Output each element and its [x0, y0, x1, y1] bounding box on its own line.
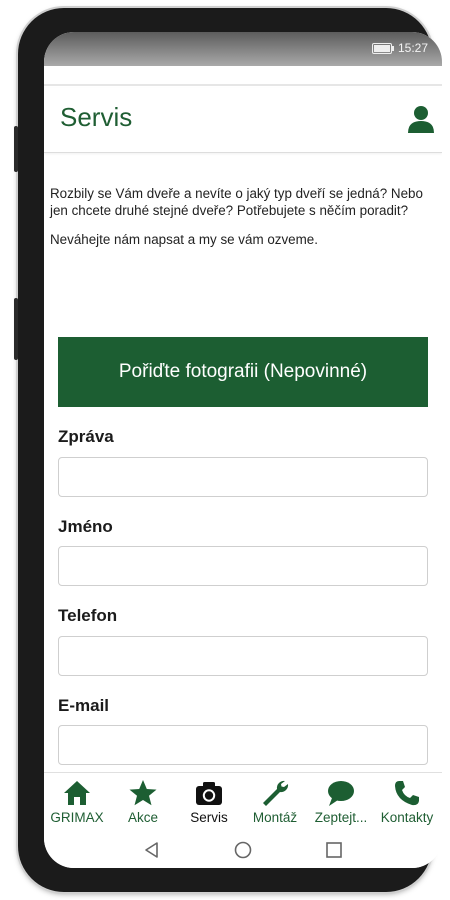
recents-icon[interactable] [324, 840, 344, 860]
intro-paragraph-2: Neváhejte nám napsat a my se vám ozveme. [50, 232, 318, 247]
home-circle-icon[interactable] [233, 840, 253, 860]
back-icon[interactable] [142, 840, 162, 860]
take-photo-button-label: Pořiďte fotografii (Nepovinné) [118, 361, 368, 382]
top-divider [44, 84, 442, 86]
email-field[interactable] [58, 725, 428, 765]
intro-paragraph-1: Rozbily se Vám dveře a nevíte o jaký typ… [50, 186, 423, 218]
nav-item-akce[interactable]: Akce [110, 775, 176, 831]
app-bar: Servis [44, 88, 442, 153]
take-photo-button[interactable]: Pořiďte fotografii (Nepovinné) [58, 337, 428, 407]
status-indicators: 15:27 [371, 41, 428, 55]
power-button [14, 298, 18, 360]
bottom-nav: GRIMAX Akce Servis Montáž Zeptejt... Kon… [44, 772, 442, 831]
name-label: Jméno [58, 517, 113, 536]
nav-item-kontakty[interactable]: Kontakty [374, 775, 440, 831]
volume-button [14, 126, 18, 172]
message-label: Zpráva [58, 427, 114, 446]
wrench-icon [263, 780, 289, 806]
star-icon [129, 780, 157, 806]
system-nav-bar [44, 830, 442, 868]
nav-item-servis[interactable]: Servis [176, 775, 242, 831]
screen: 15:27 Servis Rozbily se Vám dveře a neví… [44, 32, 442, 868]
status-bar: 15:27 [44, 32, 442, 66]
page-title: Servis [60, 102, 133, 132]
user-icon[interactable] [406, 104, 436, 134]
nav-item-montaz[interactable]: Montáž [242, 775, 308, 831]
home-icon [64, 781, 90, 805]
intro-text: Rozbily se Vám dveře a nevíte o jaký typ… [50, 185, 440, 260]
nav-label-kontakty: Kontakty [380, 810, 434, 825]
phone-frame: 15:27 Servis Rozbily se Vám dveře a neví… [14, 8, 442, 892]
main-content[interactable]: Rozbily se Vám dveře a nevíte o jaký typ… [44, 153, 442, 771]
email-label: E-mail [58, 696, 110, 715]
phone-icon [395, 781, 419, 806]
name-field[interactable] [58, 546, 428, 586]
phone-field[interactable] [58, 636, 428, 676]
nav-label-zeptejte: Zeptejt... [314, 810, 368, 825]
nav-label-grimax: GRIMAX [50, 810, 104, 825]
status-time: 15:27 [397, 41, 428, 55]
battery-icon [371, 42, 394, 54]
nav-label-akce: Akce [127, 810, 158, 825]
message-field[interactable] [58, 457, 428, 497]
camera-icon [196, 782, 222, 805]
nav-label-servis: Servis [190, 810, 228, 825]
nav-item-zeptejte[interactable]: Zeptejt... [308, 775, 374, 831]
nav-label-montaz: Montáž [252, 810, 298, 825]
phone-label: Telefon [58, 606, 118, 625]
nav-item-grimax[interactable]: GRIMAX [44, 775, 110, 831]
chat-icon [328, 781, 354, 806]
